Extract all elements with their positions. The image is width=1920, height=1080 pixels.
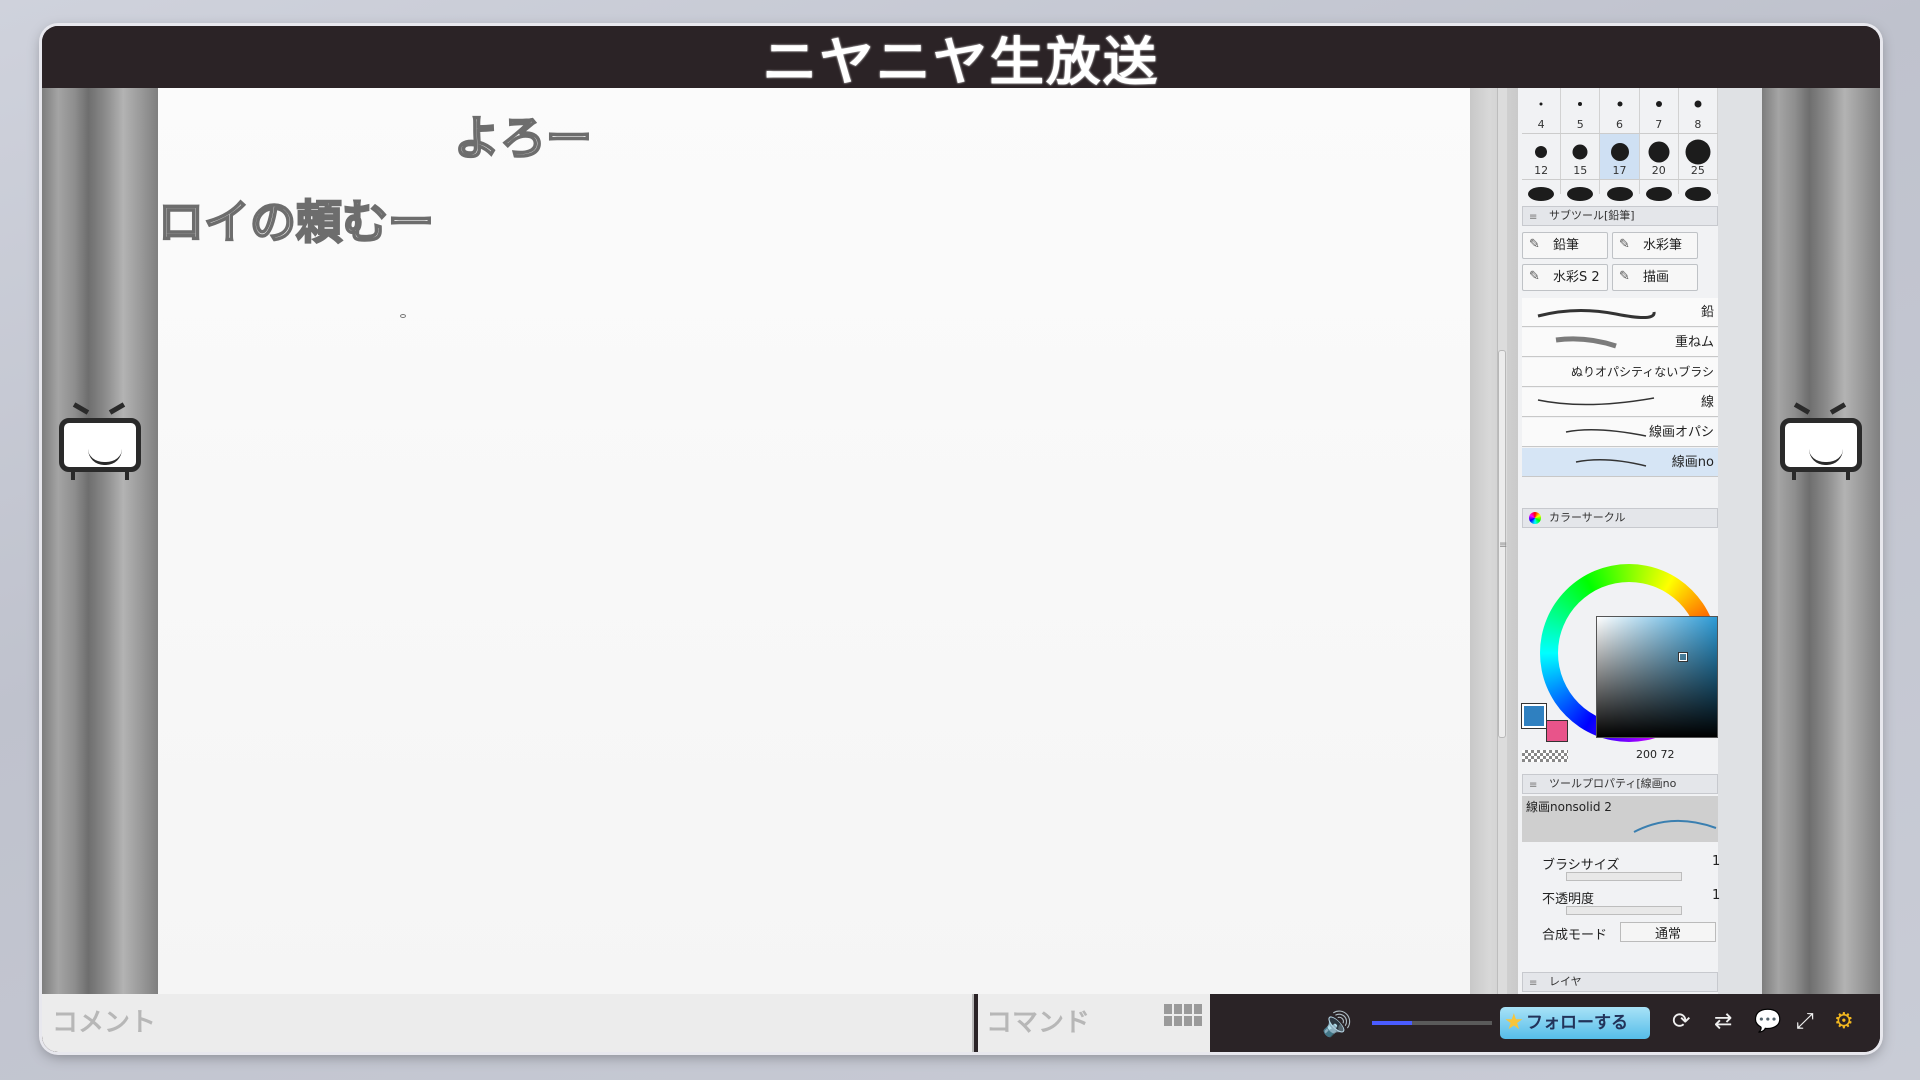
brush-preset-item[interactable]: ぬりオパシティないブラシ (1522, 358, 1718, 387)
main-color-swatch[interactable] (1521, 703, 1547, 729)
volume-slider[interactable] (1372, 1021, 1492, 1025)
niconico-tv-icon (59, 402, 141, 480)
brush-stroke-preview (1633, 819, 1717, 833)
settings-gear-icon[interactable]: ⚙ (1834, 1009, 1854, 1034)
comment-input[interactable]: コメント (42, 994, 974, 1052)
brush-size-row-1: 4 5 6 7 8 (1522, 88, 1719, 134)
volume-level-fill (1372, 1021, 1412, 1025)
brush-preset-item[interactable]: 線 (1522, 388, 1718, 417)
keyboard-icon[interactable] (1164, 1004, 1202, 1026)
subtool-panel-title: サブツール[鉛筆] (1549, 209, 1635, 222)
brush-preset-item-selected[interactable]: 線画no (1522, 448, 1718, 477)
transparent-swatch[interactable] (1522, 750, 1568, 762)
color-panel-title: カラーサークル (1549, 511, 1626, 524)
tab-drawing[interactable]: ✎ 描画 (1612, 264, 1698, 291)
command-placeholder: コマンド (986, 1008, 1091, 1038)
refresh-icon[interactable]: ⟳ (1672, 1009, 1690, 1034)
right-side-border (1762, 88, 1880, 994)
color-picker: 200 72 (1518, 528, 1718, 762)
brush-stroke-preview (1565, 429, 1647, 437)
comment-text-1: よろー (453, 110, 593, 166)
follow-button[interactable]: ★ フォローする (1500, 1007, 1650, 1039)
brush-size-row-3 (1522, 180, 1719, 201)
color-marker[interactable] (1678, 652, 1688, 662)
paint-tool-panel: 4 5 6 7 8 12 15 17 20 25 ≡ サブツール[鉛筆] ✎ 鉛… (1518, 88, 1762, 994)
page-title: ニヤニヤ生放送 (762, 32, 1160, 93)
brush-stroke-preview (1555, 336, 1617, 349)
brush-size-option[interactable]: 5 (1561, 88, 1601, 133)
tool-property-header: ≡ ツールプロパティ[線画no (1522, 774, 1718, 794)
brush-icon: ✎ (1619, 269, 1630, 284)
brush-size-option[interactable]: 6 (1600, 88, 1640, 133)
brush-size-option[interactable]: 25 (1679, 134, 1719, 179)
brush-size-option-selected[interactable]: 17 (1600, 134, 1640, 179)
sub-color-swatch[interactable] (1546, 720, 1568, 742)
pencil-icon: ✎ (1529, 237, 1540, 252)
command-input[interactable]: コマンド (978, 994, 1210, 1052)
brush-size-option[interactable]: 20 (1640, 134, 1679, 179)
player-frame: ニヤニヤ生放送 よろー ロイの頼むー ≡ 4 5 6 7 8 12 15 17 … (42, 26, 1880, 1052)
brush-stroke-preview (1537, 397, 1655, 406)
niconico-tv-icon (1780, 402, 1862, 480)
repeat-icon[interactable]: ⇄ (1714, 1009, 1732, 1034)
color-panel-header: カラーサークル (1522, 508, 1718, 528)
brush-icon: ✎ (1619, 237, 1630, 252)
brush-size-option[interactable]: 12 (1522, 134, 1562, 179)
brush-stroke-preview (1575, 459, 1647, 467)
drawing-canvas[interactable]: よろー ロイの頼むー (157, 88, 1470, 994)
color-readout: 200 72 (1636, 748, 1675, 761)
tab-pencil[interactable]: ✎ 鉛筆 (1522, 232, 1608, 259)
volume-icon[interactable]: 🔊 (1322, 1010, 1352, 1038)
brush-size-option[interactable]: 4 (1522, 88, 1562, 133)
tool-preset-preview: 線画nonsolid 2 (1522, 796, 1718, 842)
subtool-panel-header: ≡ サブツール[鉛筆] (1522, 206, 1718, 226)
brush-preset-item[interactable]: 線画オパシ (1522, 418, 1718, 447)
brush-preset-item[interactable]: 鉛 (1522, 298, 1718, 327)
brush-size-palette: 4 5 6 7 8 12 15 17 20 25 (1522, 88, 1719, 201)
opacity-slider[interactable] (1566, 906, 1682, 915)
tab-watercolor-s2[interactable]: ✎ 水彩S 2 (1522, 264, 1608, 291)
layer-panel-title: レイヤ (1549, 975, 1582, 988)
tool-property-title: ツールプロパティ[線画no (1549, 777, 1677, 790)
left-side-border (42, 88, 158, 994)
brush-size-row-2: 12 15 17 20 25 (1522, 134, 1719, 180)
star-icon: ★ (1504, 1010, 1524, 1035)
brush-cursor (400, 314, 406, 318)
saturation-value-square[interactable] (1596, 616, 1718, 738)
comment-text-2: ロイの頼むー (157, 194, 435, 250)
playback-controls: 🔊 ★ フォローする ⟳ ⇄ 💬 ⤢ ⚙ (1210, 994, 1880, 1052)
video-stage: よろー ロイの頼むー ≡ 4 5 6 7 8 12 15 17 20 25 ≡ … (42, 88, 1880, 994)
title-bar: ニヤニヤ生放送 (42, 26, 1880, 93)
canvas-scroll-area: ≡ (1470, 88, 1518, 994)
fullscreen-icon[interactable]: ⤢ (1796, 1009, 1814, 1034)
color-wheel-icon (1529, 512, 1541, 524)
brush-stroke-preview (1537, 308, 1656, 319)
tab-watercolor[interactable]: ✎ 水彩筆 (1612, 232, 1698, 259)
brush-size-slider[interactable] (1566, 872, 1682, 881)
panel-menu-icon[interactable]: ≡ (1529, 975, 1541, 989)
panel-menu-icon[interactable]: ≡ (1529, 777, 1541, 791)
blend-mode-select[interactable]: 通常 (1620, 922, 1716, 942)
brush-size-option[interactable]: 8 (1679, 88, 1719, 133)
comment-bubble-icon[interactable]: 💬 (1754, 1009, 1781, 1034)
brush-icon: ✎ (1529, 269, 1540, 284)
brush-size-option[interactable]: 7 (1640, 88, 1679, 133)
player-control-bar: コメント コマンド 🔊 ★ フォローする ⟳ ⇄ 💬 ⤢ ⚙ (42, 994, 1880, 1052)
tool-preset-name: 線画nonsolid 2 (1526, 800, 1612, 814)
panel-grip-icon[interactable]: ≡ (1499, 540, 1507, 551)
brush-size-option[interactable]: 15 (1561, 134, 1601, 179)
layer-panel-header: ≡ レイヤ (1522, 972, 1718, 992)
brush-preset-item[interactable]: 重ねム (1522, 328, 1718, 357)
panel-menu-icon[interactable]: ≡ (1529, 209, 1541, 223)
